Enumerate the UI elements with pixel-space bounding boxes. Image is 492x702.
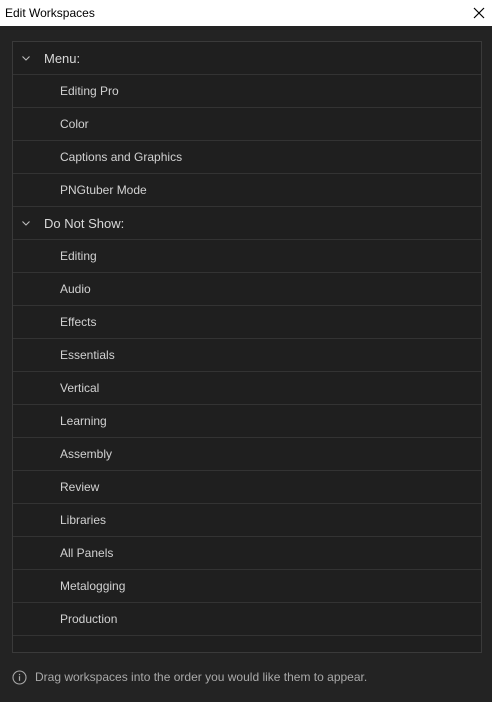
workspace-item-label: Audio (60, 282, 91, 296)
workspace-item-label: Editing Pro (60, 84, 119, 98)
footer-text: Drag workspaces into the order you would… (35, 670, 368, 684)
info-icon (12, 669, 27, 685)
workspace-item[interactable]: Essentials (13, 339, 481, 372)
workspace-item-label: Metalogging (60, 579, 126, 593)
workspace-item[interactable]: Learning (13, 405, 481, 438)
workspace-item[interactable]: Review (13, 471, 481, 504)
workspace-item[interactable]: Assembly (13, 438, 481, 471)
chevron-down-icon[interactable] (20, 52, 32, 64)
workspace-item-label: Color (60, 117, 89, 131)
workspace-item-label: Review (60, 480, 100, 494)
workspace-item[interactable]: All Panels (13, 537, 481, 570)
chevron-down-icon[interactable] (20, 217, 32, 229)
workspace-item-label: Assembly (60, 447, 113, 461)
workspace-item[interactable]: Production (13, 603, 481, 636)
workspace-item-label: Effects (60, 315, 97, 329)
workspace-item[interactable]: Editing (13, 240, 481, 273)
workspace-list[interactable]: Menu: Editing Pro Color Captions and Graphi… (12, 41, 482, 653)
workspace-item[interactable]: Editing Pro (13, 75, 481, 108)
workspace-item[interactable]: Vertical (13, 372, 481, 405)
workspace-item[interactable]: Color (13, 108, 481, 141)
workspace-item-label: Libraries (60, 513, 107, 527)
group-label: Do Not Show: (44, 215, 125, 231)
footer-hint: Drag workspaces into the order you would… (12, 668, 482, 686)
workspace-item-label: PNGtuber Mode (60, 183, 147, 197)
close-button[interactable] (466, 0, 492, 26)
workspace-item-label: Editing (60, 249, 97, 263)
group-header[interactable]: Do Not Show: (13, 207, 481, 240)
workspace-item-label: All Panels (60, 546, 114, 560)
workspace-item[interactable]: Effects (13, 306, 481, 339)
workspace-item-label: Learning (60, 414, 107, 428)
workspace-item[interactable]: Libraries (13, 504, 481, 537)
title-bar: Edit Workspaces (0, 0, 492, 26)
group-header[interactable]: Menu: (13, 42, 481, 75)
workspace-item-label: Captions and Graphics (60, 150, 183, 164)
workspace-item-label: Essentials (60, 348, 115, 362)
close-icon[interactable] (473, 7, 485, 19)
workspace-item[interactable]: Captions and Graphics (13, 141, 481, 174)
workspace-item[interactable]: Audio (13, 273, 481, 306)
workspace-item[interactable]: PNGtuber Mode (13, 174, 481, 207)
workspace-item[interactable]: Metalogging (13, 570, 481, 603)
workspace-item-label: Production (60, 612, 118, 626)
window-title: Edit Workspaces (5, 6, 95, 20)
workspace-item-label: Vertical (60, 381, 100, 395)
group-label: Menu: (44, 50, 81, 66)
